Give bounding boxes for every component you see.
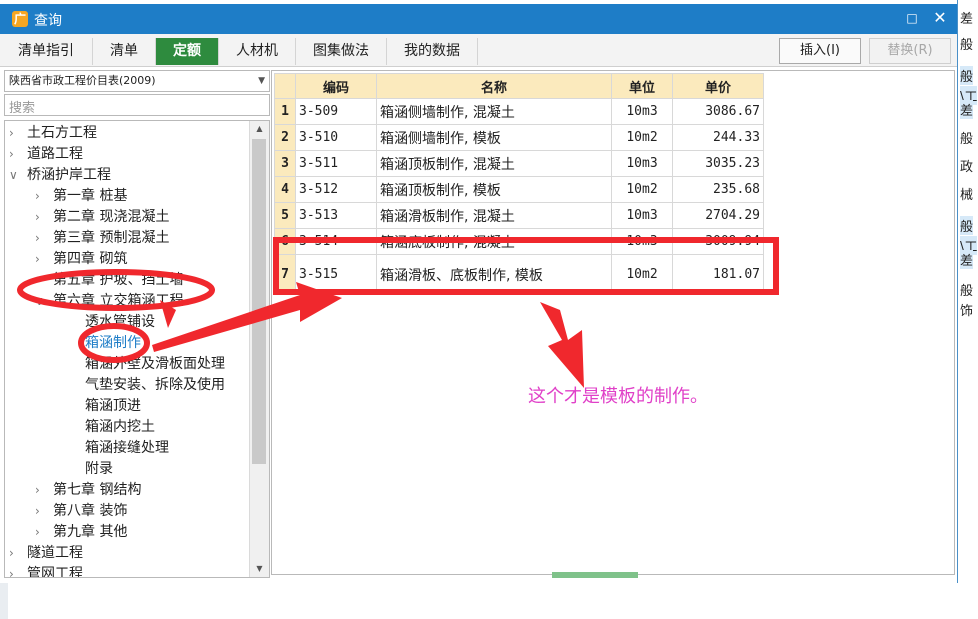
annotation-note: 这个才是模板的制作。 <box>528 386 708 407</box>
annotation-ellipse-item <box>78 323 150 363</box>
annotation-ellipse-chapter <box>17 269 215 311</box>
annotation-rect-row7 <box>273 237 779 295</box>
annotation-overlay <box>17 237 779 388</box>
annotation-arrow-down <box>540 302 584 388</box>
